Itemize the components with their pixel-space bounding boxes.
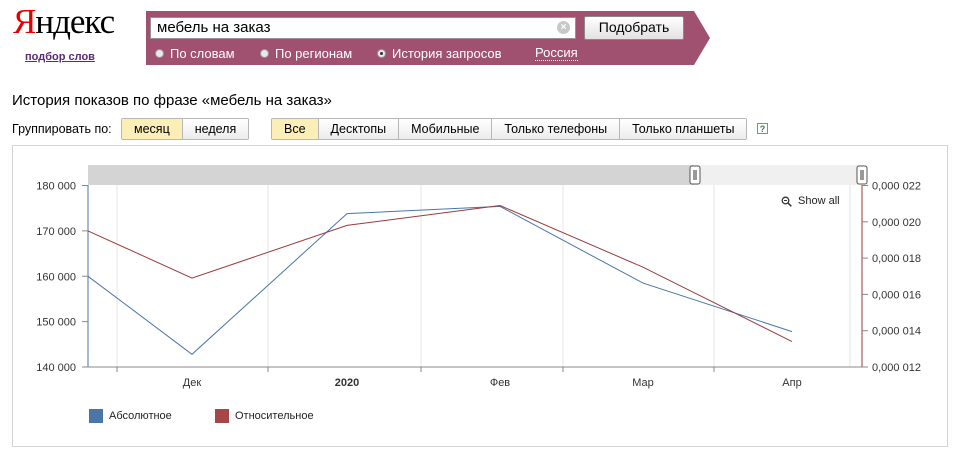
series-line-absolute bbox=[87, 205, 793, 355]
legend-label-absolute: Абсолютное bbox=[109, 410, 172, 422]
y-left-tick-label: 160 000 bbox=[36, 271, 76, 283]
y-left-tick-label: 140 000 bbox=[36, 362, 76, 374]
y-right-tick-label: 0,000 014 bbox=[872, 326, 921, 338]
x-tick-label: 2020 bbox=[335, 377, 359, 389]
x-tick-label: Фев bbox=[490, 377, 510, 389]
y-right-tick-label: 0,000 012 bbox=[872, 362, 921, 374]
y-left-tick-label: 180 000 bbox=[36, 181, 76, 193]
legend-swatch-absolute bbox=[89, 409, 103, 423]
y-right-tick-label: 0,000 016 bbox=[872, 289, 921, 301]
zoom-icon bbox=[781, 196, 792, 207]
range-handle-right[interactable] bbox=[856, 165, 868, 185]
series-line-relative bbox=[87, 204, 793, 343]
history-chart: 140 000 150 000 160 000 170 000 180 000 0,000… bbox=[36, 165, 921, 389]
y-right-tick-label: 0,000 018 bbox=[872, 253, 921, 265]
legend-absolute[interactable]: Абсолютное bbox=[89, 409, 172, 423]
x-tick-label: Дек bbox=[183, 377, 202, 389]
y-left-tick-label: 170 000 bbox=[36, 226, 76, 238]
show-all-button[interactable]: Show all bbox=[781, 195, 840, 207]
legend-label-relative: Относительное bbox=[235, 410, 314, 422]
x-tick-label: Апр bbox=[782, 377, 801, 389]
legend-swatch-relative bbox=[215, 409, 229, 423]
range-navigator-shade bbox=[88, 165, 694, 185]
y-right-tick-label: 0,000 020 bbox=[872, 217, 921, 229]
grid-lines bbox=[116, 185, 851, 367]
x-tick-label: Мар bbox=[632, 377, 654, 389]
y-right-tick-label: 0,000 022 bbox=[872, 181, 921, 193]
y-left-tick-label: 150 000 bbox=[36, 317, 76, 329]
show-all-label: Show all bbox=[798, 195, 840, 207]
legend-relative[interactable]: Относительное bbox=[215, 409, 314, 423]
range-handle-left[interactable] bbox=[689, 165, 701, 185]
